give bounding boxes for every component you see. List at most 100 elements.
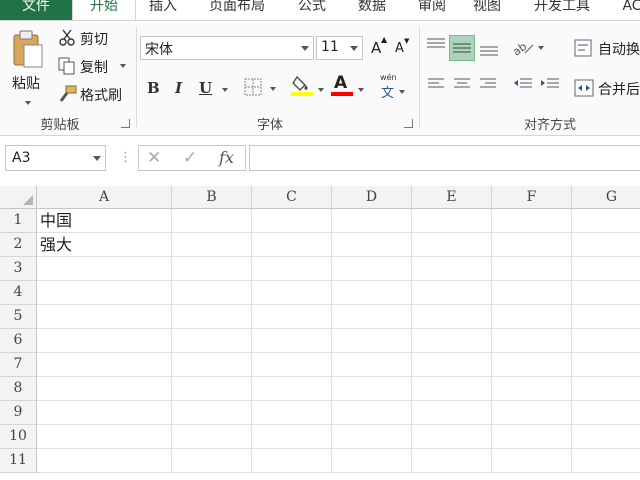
cell-e2[interactable] — [412, 233, 492, 257]
merge-center-button[interactable]: 合并后 — [574, 75, 640, 101]
cell-a7[interactable] — [37, 353, 172, 377]
cell-a11[interactable] — [37, 449, 172, 473]
cell-e9[interactable] — [412, 401, 492, 425]
paste-button[interactable]: 粘贴 — [8, 27, 48, 107]
cell-g5[interactable] — [572, 305, 640, 329]
chevron-down-icon[interactable] — [318, 88, 324, 92]
italic-button[interactable]: I — [175, 79, 182, 97]
cell-b6[interactable] — [172, 329, 252, 353]
cell-d6[interactable] — [332, 329, 412, 353]
cell-g1[interactable] — [572, 209, 640, 233]
cell-a10[interactable] — [37, 425, 172, 449]
tab-insert[interactable]: 插入 — [134, 0, 192, 20]
cell-d7[interactable] — [332, 353, 412, 377]
cell-c11[interactable] — [252, 449, 332, 473]
tab-home[interactable]: 开始 — [72, 0, 136, 20]
cut-button[interactable]: 剪切 — [56, 27, 118, 49]
cell-f1[interactable] — [492, 209, 572, 233]
column-header-g[interactable]: G — [572, 186, 640, 209]
cell-a5[interactable] — [37, 305, 172, 329]
cell-f6[interactable] — [492, 329, 572, 353]
tab-addins[interactable]: AC — [612, 0, 640, 20]
cell-b5[interactable] — [172, 305, 252, 329]
tab-page-layout[interactable]: 页面布局 — [192, 0, 282, 20]
cell-g10[interactable] — [572, 425, 640, 449]
row-header-6[interactable]: 6 — [0, 329, 37, 353]
row-header-3[interactable]: 3 — [0, 257, 37, 281]
cell-e4[interactable] — [412, 281, 492, 305]
cell-e6[interactable] — [412, 329, 492, 353]
chevron-down-icon[interactable] — [270, 87, 276, 91]
increase-indent-button[interactable] — [540, 77, 562, 97]
font-color-button[interactable]: A — [331, 73, 367, 99]
row-header-10[interactable]: 10 — [0, 425, 37, 449]
cell-c10[interactable] — [252, 425, 332, 449]
chevron-down-icon[interactable] — [120, 64, 126, 68]
cell-c1[interactable] — [252, 209, 332, 233]
cell-b8[interactable] — [172, 377, 252, 401]
align-left-button[interactable] — [427, 77, 447, 97]
cell-b10[interactable] — [172, 425, 252, 449]
font-name-combo[interactable]: 宋体 — [140, 36, 314, 60]
cell-g7[interactable] — [572, 353, 640, 377]
row-header-9[interactable]: 9 — [0, 401, 37, 425]
cell-e8[interactable] — [412, 377, 492, 401]
cell-a4[interactable] — [37, 281, 172, 305]
align-right-button[interactable] — [479, 77, 499, 97]
cell-d5[interactable] — [332, 305, 412, 329]
column-header-e[interactable]: E — [412, 186, 492, 209]
cell-f3[interactable] — [492, 257, 572, 281]
cell-b11[interactable] — [172, 449, 252, 473]
cell-f5[interactable] — [492, 305, 572, 329]
cell-g9[interactable] — [572, 401, 640, 425]
chevron-down-icon[interactable] — [93, 156, 101, 161]
cell-d11[interactable] — [332, 449, 412, 473]
chevron-down-icon[interactable] — [301, 46, 309, 51]
fill-color-button[interactable] — [291, 73, 327, 99]
clipboard-launcher-icon[interactable] — [121, 119, 130, 128]
cell-a8[interactable] — [37, 377, 172, 401]
cell-f2[interactable] — [492, 233, 572, 257]
cell-c8[interactable] — [252, 377, 332, 401]
cell-a3[interactable] — [37, 257, 172, 281]
format-painter-button[interactable]: 格式刷 — [56, 83, 128, 105]
cell-b3[interactable] — [172, 257, 252, 281]
cell-a9[interactable] — [37, 401, 172, 425]
orientation-button[interactable]: ab — [513, 37, 547, 59]
cell-d9[interactable] — [332, 401, 412, 425]
cell-d10[interactable] — [332, 425, 412, 449]
borders-button[interactable] — [244, 76, 278, 98]
cell-f7[interactable] — [492, 353, 572, 377]
wrap-text-button[interactable]: 自动换 — [574, 35, 640, 61]
enter-icon[interactable]: ✓ — [183, 148, 197, 168]
cell-d1[interactable] — [332, 209, 412, 233]
cell-g8[interactable] — [572, 377, 640, 401]
cell-f4[interactable] — [492, 281, 572, 305]
cell-g11[interactable] — [572, 449, 640, 473]
chevron-down-icon[interactable] — [25, 101, 31, 105]
font-launcher-icon[interactable] — [404, 119, 413, 128]
cell-c9[interactable] — [252, 401, 332, 425]
cell-f10[interactable] — [492, 425, 572, 449]
cell-c7[interactable] — [252, 353, 332, 377]
column-header-a[interactable]: A — [37, 186, 172, 209]
row-header-8[interactable]: 8 — [0, 377, 37, 401]
cell-b9[interactable] — [172, 401, 252, 425]
cell-e5[interactable] — [412, 305, 492, 329]
name-box[interactable]: A3 — [5, 145, 106, 171]
cancel-icon[interactable]: ✕ — [147, 148, 161, 168]
cell-d2[interactable] — [332, 233, 412, 257]
tab-developer[interactable]: 开发工具 — [512, 0, 612, 20]
copy-button[interactable]: 复制 — [56, 55, 130, 77]
cell-f8[interactable] — [492, 377, 572, 401]
cell-e10[interactable] — [412, 425, 492, 449]
cell-b2[interactable] — [172, 233, 252, 257]
grow-font-button[interactable]: A ▲ — [369, 35, 387, 59]
chevron-down-icon[interactable] — [350, 46, 358, 51]
cell-d4[interactable] — [332, 281, 412, 305]
cell-c2[interactable] — [252, 233, 332, 257]
row-header-5[interactable]: 5 — [0, 305, 37, 329]
tab-file[interactable]: 文件 — [0, 0, 72, 20]
tab-view[interactable]: 视图 — [462, 0, 512, 20]
align-bottom-button[interactable] — [477, 35, 501, 61]
